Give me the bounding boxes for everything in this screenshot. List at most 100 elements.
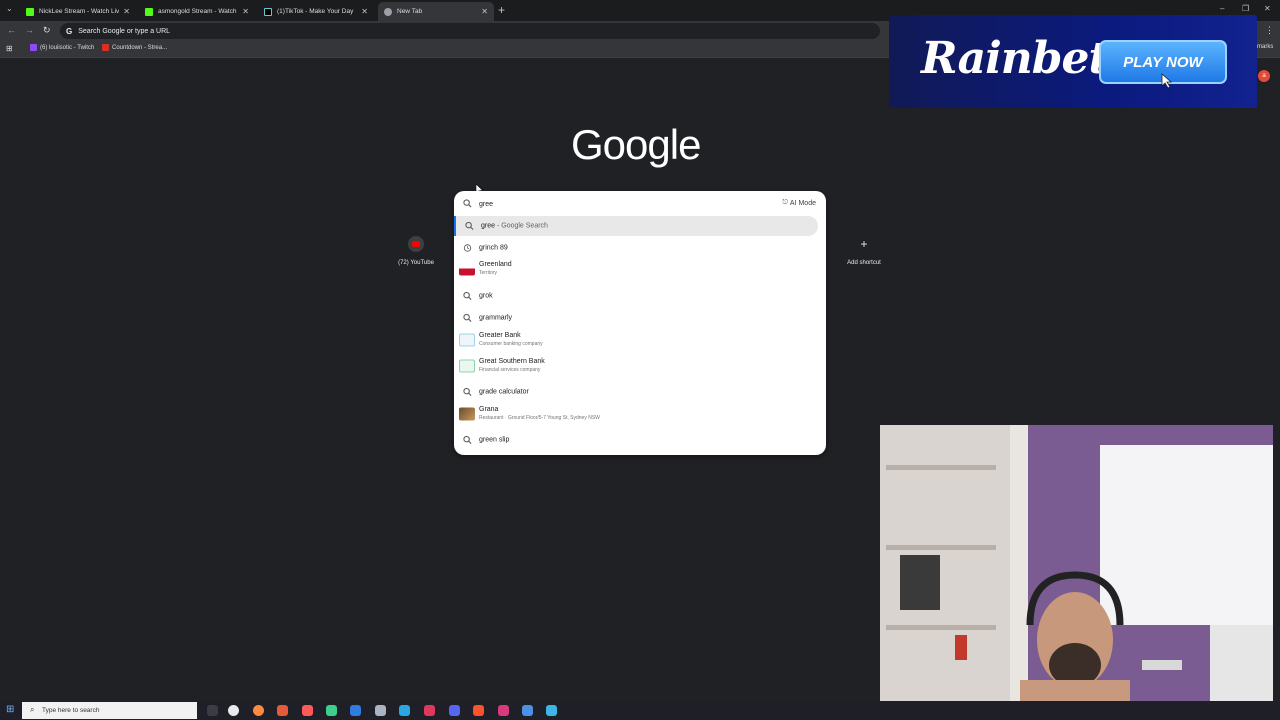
- suggestion-text: Great Southern Bank: [479, 358, 545, 365]
- app-taskbar-icon[interactable]: [498, 705, 509, 716]
- close-icon[interactable]: ✕: [481, 7, 488, 16]
- tab-tiktok[interactable]: (1)TikTok - Make Your Day ✕: [258, 2, 374, 21]
- window-close-icon[interactable]: ✕: [1264, 4, 1271, 13]
- suggestion-subtitle: Territory: [479, 270, 498, 276]
- suggestion-text: Grana: [479, 406, 499, 413]
- bank-logo-thumbnail: [459, 359, 475, 373]
- suggestion-text: grade calculator: [479, 388, 529, 396]
- webcam-overlay: [880, 425, 1273, 701]
- reload-icon[interactable]: ↻: [43, 25, 51, 36]
- suggestion-text: grok: [479, 292, 493, 300]
- discord-taskbar-icon[interactable]: [449, 705, 460, 716]
- countdown-icon: [102, 44, 109, 51]
- taskbar-search-placeholder: Type here to search: [42, 707, 100, 714]
- ai-mode-label: AI Mode: [789, 199, 816, 207]
- suggestion-subtitle: Financial services company: [479, 367, 541, 373]
- search-icon: [465, 221, 474, 231]
- close-icon[interactable]: ✕: [242, 7, 249, 16]
- search-box: ⎋ AI Mode: [454, 195, 826, 213]
- bookmark-countdown[interactable]: Countdown - Strea...: [102, 44, 167, 51]
- suggestion-item[interactable]: Greenland Territory: [454, 257, 818, 281]
- tab-title: New Tab: [397, 8, 423, 15]
- shortcut-add[interactable]: + Add shortcut: [834, 236, 894, 266]
- new-tab-plus-icon[interactable]: +: [498, 3, 505, 17]
- suggestion-item[interactable]: Grana Restaurant · Ground Floor/5-7 Youn…: [454, 402, 818, 426]
- suggestion-item[interactable]: grinch 89: [454, 238, 818, 258]
- app-taskbar-icon[interactable]: [326, 705, 337, 716]
- bookmark-twitch[interactable]: (6) louiisotic - Twitch: [30, 44, 94, 51]
- kick-icon: [26, 7, 34, 16]
- flag-thumbnail: [459, 262, 475, 276]
- twitch-icon: [30, 44, 37, 51]
- taskbar-search-box[interactable]: ⌕ Type here to search: [22, 702, 197, 719]
- tab-title: (1)TikTok - Make Your Day: [277, 8, 354, 15]
- app-taskbar-icon[interactable]: [302, 705, 313, 716]
- search-icon: [463, 313, 472, 323]
- chrome-icon: [384, 7, 392, 16]
- history-icon: [463, 244, 472, 252]
- all-bookmarks[interactable]: marks: [1257, 44, 1273, 50]
- ad-brand-logo: Rainbet: [921, 33, 1109, 84]
- suggestion-subtitle: Restaurant · Ground Floor/5-7 Young St, …: [479, 415, 600, 421]
- brave-taskbar-icon[interactable]: [473, 705, 484, 716]
- taskbar: ⊞ ⌕ Type here to search: [0, 701, 1280, 720]
- tab-asmongold[interactable]: asmongold Stream - Watch Liv ✕: [139, 2, 255, 21]
- suggestion-text: gree: [481, 222, 496, 230]
- suggestion-item[interactable]: Great Southern Bank Financial services c…: [454, 354, 818, 378]
- task-view-icon[interactable]: [207, 705, 218, 716]
- firefox-taskbar-icon[interactable]: [253, 705, 264, 716]
- app-taskbar-icon[interactable]: [522, 705, 533, 716]
- pointer-cursor-icon: [1161, 73, 1173, 89]
- search-icon: [463, 291, 472, 301]
- bookmark-label: Countdown - Strea...: [112, 44, 168, 51]
- minimize-icon[interactable]: –: [1220, 4, 1224, 13]
- app-taskbar-icon[interactable]: [546, 705, 557, 716]
- ai-mode-button[interactable]: ⎋ AI Mode: [782, 199, 816, 207]
- notification-badge[interactable]: a: [1258, 70, 1270, 82]
- search-icon: [463, 387, 472, 397]
- suggestion-item[interactable]: grok: [454, 286, 818, 306]
- plus-icon: +: [856, 236, 872, 252]
- bookmark-label: (6) louiisotic - Twitch: [40, 44, 95, 51]
- ad-banner[interactable]: Rainbet PLAY NOW: [889, 15, 1257, 108]
- back-icon[interactable]: ←: [7, 25, 16, 35]
- restaurant-thumbnail: [459, 407, 475, 421]
- suggestion-text: Greenland: [479, 261, 512, 268]
- google-g-icon: G: [66, 26, 73, 36]
- suggestion-item[interactable]: Greater Bank Consumer banking company: [454, 328, 818, 352]
- steam-taskbar-icon[interactable]: [375, 705, 386, 716]
- windows-start-icon[interactable]: ⊞: [6, 704, 14, 715]
- kick-icon: [145, 7, 153, 16]
- tab-title: NickLee Stream - Watch Live or: [39, 8, 120, 15]
- address-bar[interactable]: G Search Google or type a URL: [60, 23, 880, 39]
- suggestion-suffix: - Google Search: [496, 222, 548, 230]
- google-logo: Google: [571, 121, 701, 168]
- tab-nicklee[interactable]: NickLee Stream - Watch Live or ✕: [20, 2, 136, 21]
- search-icon: [463, 199, 472, 208]
- app-taskbar-icon[interactable]: [277, 705, 288, 716]
- forward-icon[interactable]: →: [25, 25, 34, 35]
- shortcut-label: Add shortcut: [847, 260, 881, 266]
- tiktok-icon: [264, 7, 272, 16]
- chrome-taskbar-icon[interactable]: [228, 705, 239, 716]
- app-taskbar-icon[interactable]: [424, 705, 435, 716]
- suggestion-item[interactable]: green slip: [454, 430, 818, 450]
- close-icon[interactable]: ✕: [123, 7, 130, 16]
- tab-title: asmongold Stream - Watch Liv: [158, 8, 239, 15]
- suggestion-item[interactable]: gree - Google Search: [454, 216, 818, 236]
- suggestion-text: Greater Bank: [479, 332, 521, 339]
- apps-grid-icon[interactable]: ⊞: [6, 44, 13, 53]
- tab-new-tab[interactable]: New Tab ✕: [378, 2, 494, 21]
- shortcut-youtube[interactable]: (72) YouTube: [386, 236, 446, 266]
- tab-search-icon[interactable]: ⌄: [6, 4, 13, 13]
- search-input[interactable]: [479, 198, 679, 210]
- app-taskbar-icon[interactable]: [399, 705, 410, 716]
- suggestion-text: grinch 89: [479, 244, 508, 252]
- menu-icon[interactable]: ⋮: [1265, 25, 1274, 36]
- suggestion-item[interactable]: grammarly: [454, 308, 818, 328]
- restore-icon[interactable]: ❐: [1242, 4, 1249, 13]
- bank-logo-thumbnail: [459, 333, 475, 347]
- close-icon[interactable]: ✕: [361, 7, 368, 16]
- app-taskbar-icon[interactable]: [350, 705, 361, 716]
- suggestion-item[interactable]: grade calculator: [454, 382, 818, 402]
